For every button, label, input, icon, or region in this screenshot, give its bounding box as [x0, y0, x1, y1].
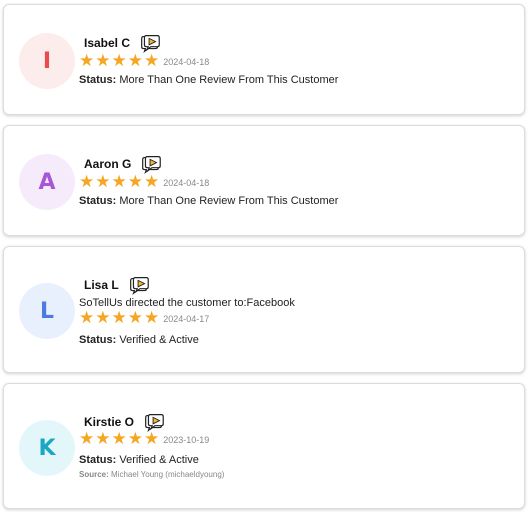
review-date: 2024-04-17 [163, 313, 210, 324]
status-value: Verified & Active [119, 334, 199, 346]
star-icon: ★ [144, 51, 160, 71]
review-date: 2023-10-19 [163, 434, 210, 445]
star-icon: ★ [79, 51, 95, 71]
star-icon: ★ [79, 429, 95, 449]
star-icon: ★ [144, 172, 160, 192]
star-icon: ★ [127, 308, 143, 328]
review-bubble-icon [139, 154, 163, 174]
review-card: L Lisa L SoTellUs directed the customer … [3, 246, 525, 373]
source-line: Source: Michael Young (michaeldyoung) [79, 470, 224, 479]
star-icon: ★ [111, 172, 127, 192]
star-icon: ★ [127, 429, 143, 449]
review-date: 2024-04-18 [163, 177, 210, 188]
status-value: Verified & Active [119, 454, 199, 466]
star-icon: ★ [144, 308, 160, 328]
star-icon: ★ [79, 172, 95, 192]
status-label: Status: [79, 334, 117, 346]
status-label: Status: [79, 454, 117, 466]
review-card: A Aaron G ★ ★ ★ ★ ★ 2024-04-18 Status: M… [3, 125, 525, 236]
star-icon: ★ [111, 429, 127, 449]
reviewer-name: Aaron G [84, 157, 132, 171]
review-date: 2024-04-18 [163, 56, 210, 67]
review-bubble-icon [127, 275, 151, 295]
reviewer-name: Isabel C [84, 36, 131, 50]
review-card: K Kirstie O ★ ★ ★ ★ ★ 2023-10-19 Status:… [3, 383, 525, 509]
source-label: Source: [79, 470, 109, 479]
star-rating: ★ ★ ★ ★ ★ 2024-04-18 [79, 53, 209, 70]
star-icon: ★ [95, 172, 111, 192]
star-icon: ★ [111, 308, 127, 328]
star-icon: ★ [127, 172, 143, 192]
status-label: Status: [79, 74, 117, 86]
avatar: A [19, 154, 75, 210]
status-line: Status: Verified & Active [79, 454, 199, 466]
status-line: Status: Verified & Active [79, 334, 199, 346]
star-icon: ★ [79, 308, 95, 328]
star-icon: ★ [95, 308, 111, 328]
star-icon: ★ [127, 51, 143, 71]
avatar: L [19, 283, 75, 339]
avatar: I [19, 33, 75, 89]
status-line: Status: More Than One Review From This C… [79, 195, 338, 207]
status-label: Status: [79, 195, 117, 207]
star-icon: ★ [95, 429, 111, 449]
review-bubble-icon [138, 33, 162, 53]
star-icon: ★ [144, 429, 160, 449]
star-icon: ★ [95, 51, 111, 71]
star-rating: ★ ★ ★ ★ ★ 2024-04-18 [79, 174, 209, 191]
star-rating: ★ ★ ★ ★ ★ 2023-10-19 [79, 431, 209, 448]
status-value: More Than One Review From This Customer [119, 74, 339, 86]
reviewer-name: Kirstie O [84, 415, 135, 429]
source-value: Michael Young (michaeldyoung) [111, 470, 225, 479]
reviewer-name: Lisa L [84, 278, 119, 292]
star-icon: ★ [111, 51, 127, 71]
review-card: I Isabel C ★ ★ ★ ★ ★ 2024-04-18 Status: … [3, 4, 525, 115]
star-rating: ★ ★ ★ ★ ★ 2024-04-17 [79, 310, 209, 327]
avatar: K [19, 420, 75, 476]
status-line: Status: More Than One Review From This C… [79, 74, 338, 86]
status-value: More Than One Review From This Customer [119, 195, 339, 207]
